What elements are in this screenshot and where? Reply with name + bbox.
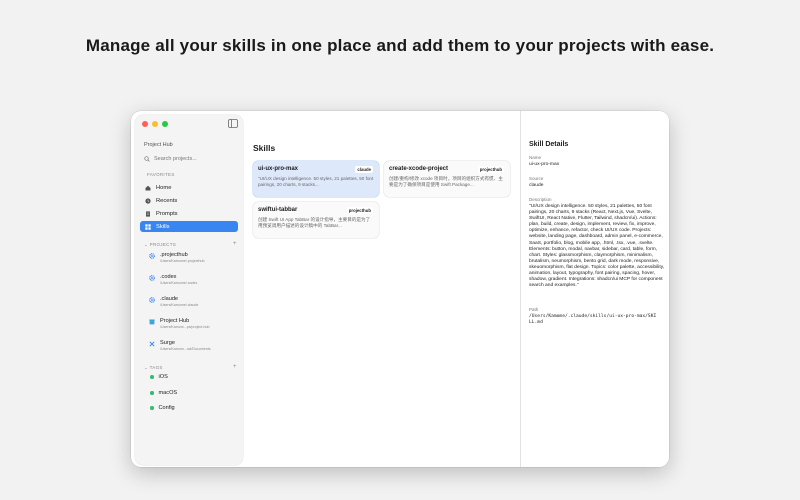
- project-path: /Users/Kamome/.claude: [160, 303, 199, 307]
- project-name: Project Hub: [160, 318, 190, 324]
- sidebar-item-recents[interactable]: Recents: [140, 195, 238, 206]
- document-icon: [146, 210, 150, 217]
- skill-description: 创建 Swift UI App TabBar 的设计指导，主要目的是为了用预览调…: [258, 217, 371, 228]
- minimize-button[interactable]: [152, 121, 158, 127]
- project-path: /Users/Kamom...ps/project-hub: [160, 325, 210, 329]
- details-title: Skill Details: [529, 141, 569, 148]
- project-name: .codex: [160, 274, 177, 280]
- add-project-icon[interactable]: +: [233, 241, 237, 247]
- sidebar-item-label: Home: [156, 184, 172, 191]
- skill-card-ui-ux-pro-max[interactable]: ui-ux-pro-max claude "UI/UX design intel…: [253, 161, 379, 197]
- clock-icon: [145, 197, 151, 204]
- sidebar-tag-config[interactable]: Config: [150, 405, 175, 411]
- zoom-button[interactable]: [162, 121, 168, 127]
- gear-icon: [149, 253, 155, 259]
- app-title: Project Hub: [144, 142, 173, 148]
- sidebar-project-project-hub[interactable]: Project Hub /Users/Kamom...ps/project-hu…: [149, 318, 210, 330]
- search-icon: [144, 156, 150, 162]
- sidebar-project-surge[interactable]: Surge /Users/Kamom...ncl/Documents: [149, 340, 211, 352]
- sidebar-project-codex[interactable]: .codex /Users/Kamome/.codex: [149, 274, 197, 286]
- projects-section-label: ⌄ PROJECTS: [144, 242, 176, 248]
- project-path: /Users/Kamome/.codex: [160, 281, 198, 285]
- sidebar-project-claude[interactable]: .claude /Users/Kamome/.claude: [149, 296, 198, 308]
- tag-label: macOS: [158, 390, 178, 396]
- add-tag-icon[interactable]: +: [233, 364, 237, 370]
- description-value: "UI/UX design intelligence. 50 styles, 2…: [529, 204, 665, 289]
- projects-label: PROJECTS: [149, 242, 177, 247]
- sidebar: Project Hub FAVORITES Home Recents: [135, 115, 243, 465]
- project-path: /Users/Kamom...ncl/Documents: [160, 347, 211, 351]
- sidebar-tag-macos[interactable]: macOS: [150, 390, 177, 396]
- search-bar[interactable]: [144, 156, 234, 162]
- gear-icon: [149, 275, 155, 281]
- sidebar-item-prompts[interactable]: Prompts: [140, 208, 238, 219]
- tag-dot-icon: [150, 391, 154, 395]
- description-label: Description: [529, 197, 552, 202]
- search-input[interactable]: [154, 156, 234, 162]
- sidebar-item-label: Recents: [156, 197, 178, 204]
- window-controls: [142, 121, 168, 127]
- headline: Manage all your skills in one place and …: [85, 36, 715, 55]
- source-badge: projecthub: [477, 166, 504, 173]
- sidebar-item-label: Prompts: [156, 210, 178, 217]
- tag-label: Config: [158, 405, 175, 411]
- home-icon: [145, 185, 151, 190]
- path-value: /Users/Kamome/.claude/skills/ui-ux-pro-m…: [529, 314, 657, 326]
- tag-dot-icon: [150, 406, 154, 410]
- tags-label: TAGS: [149, 365, 163, 370]
- source-label: Source: [529, 176, 544, 181]
- sidebar-tag-ios[interactable]: iOS: [150, 374, 168, 380]
- sidebar-item-skills[interactable]: Skills: [140, 221, 238, 232]
- source-value: claude: [529, 183, 544, 188]
- tag-label: iOS: [158, 374, 168, 380]
- project-name: Surge: [160, 340, 175, 346]
- box-icon: [149, 319, 155, 325]
- path-label: Path: [529, 307, 539, 312]
- project-name: .claude: [160, 296, 179, 302]
- tag-dot-icon: [150, 375, 154, 379]
- skill-description: 创建/重构/修改 xcode 项目时，项目的组织方式有惯、主要是为了确保项目是使…: [389, 176, 503, 187]
- sidebar-project-projecthub[interactable]: .projecthub /Users/Kamome/.projecthub: [149, 252, 205, 264]
- name-label: Name: [529, 155, 542, 160]
- close-button[interactable]: [142, 121, 148, 127]
- skill-description: "UI/UX design intelligence. 50 styles, 2…: [258, 176, 374, 187]
- sidebar-item-label: Skills: [156, 223, 170, 230]
- gear-icon: [149, 297, 155, 303]
- name-value: ui-ux-pro-max: [529, 162, 560, 167]
- project-path: /Users/Kamome/.projecthub: [160, 259, 205, 263]
- project-name: .projecthub: [160, 252, 188, 258]
- grid-icon: [145, 223, 151, 230]
- skill-details-pane: Skill Details Name ui-ux-pro-max Source …: [520, 111, 669, 467]
- sidebar-item-home[interactable]: Home: [140, 182, 238, 193]
- skill-card-create-xcode-project[interactable]: create-xcode-project projecthub 创建/重构/修改…: [384, 161, 510, 197]
- chevron-down-icon[interactable]: ⌄: [144, 242, 148, 247]
- tools-icon: [149, 341, 155, 347]
- favorites-section-label: FAVORITES: [147, 172, 175, 177]
- source-badge: claude: [355, 166, 373, 173]
- page-title: Skills: [253, 143, 276, 153]
- source-badge: projecthub: [346, 207, 373, 214]
- chevron-down-icon[interactable]: ⌄: [144, 365, 148, 370]
- sidebar-toggle-icon[interactable]: [228, 119, 238, 128]
- skill-card-swiftui-tabbar[interactable]: swiftui-tabbar projecthub 创建 Swift UI Ap…: [253, 202, 379, 238]
- app-window: Project Hub FAVORITES Home Recents: [131, 111, 669, 467]
- tags-section-label: ⌄ TAGS: [144, 365, 163, 371]
